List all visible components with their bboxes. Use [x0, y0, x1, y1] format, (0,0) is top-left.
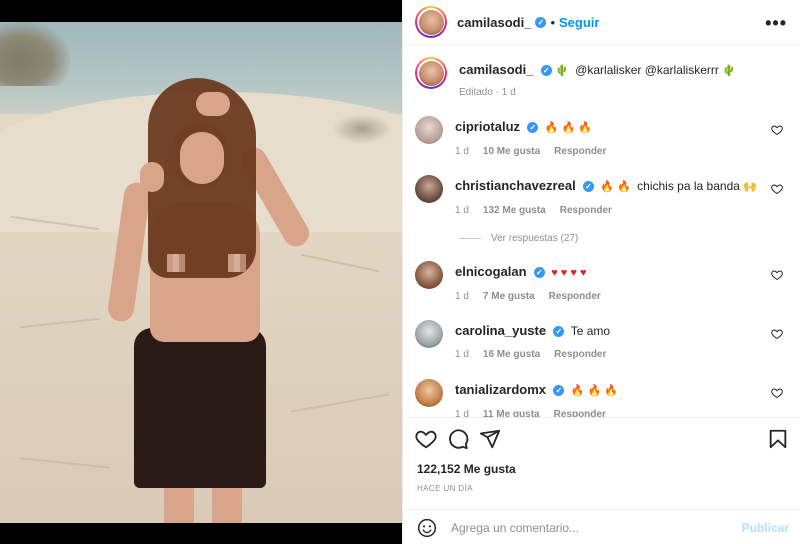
comment-item: elnicogalan ✓ ♥ ♥ ♥ ♥ 1 d 7 Me gusta Res…	[415, 261, 795, 305]
comment-icon[interactable]	[447, 428, 469, 450]
cactus-emoji: 🌵	[722, 65, 736, 77]
comment-likes[interactable]: 7 Me gusta	[483, 289, 535, 305]
comment-likes[interactable]: 10 Me gusta	[483, 144, 540, 160]
verified-badge-icon: ✓	[540, 65, 552, 77]
comment-item: carolina_yuste ✓ Te amo 1 d 16 Me gusta …	[415, 320, 795, 363]
bookmark-icon[interactable]	[767, 428, 789, 450]
reply-button[interactable]: Responder	[554, 144, 606, 160]
verified-badge-icon: ✓	[553, 326, 565, 338]
comment-username[interactable]: elnicogalan	[455, 264, 527, 279]
heart-icon[interactable]	[771, 387, 783, 399]
verified-badge-icon: ✓	[533, 267, 545, 279]
raised-hands-emoji: 🙌	[743, 181, 757, 193]
comment-likes[interactable]: 11 Me gusta	[483, 407, 540, 417]
comment-username[interactable]: christianchavezreal	[455, 178, 576, 193]
verified-badge-icon: ✓	[583, 181, 595, 193]
heart-icon[interactable]	[771, 269, 783, 281]
comment-text: Te amo	[570, 324, 611, 338]
commenter-avatar[interactable]	[415, 379, 443, 407]
comment-text: chichis pa la banda	[637, 179, 740, 193]
verified-badge-icon: ✓	[553, 385, 565, 397]
comment-time[interactable]: 1 d	[455, 144, 469, 160]
comment-username[interactable]: carolina_yuste	[455, 323, 546, 338]
emoji-icon[interactable]	[417, 518, 437, 538]
heart-icon[interactable]	[771, 328, 783, 340]
commenter-avatar[interactable]	[415, 320, 443, 348]
photo-subject	[0, 22, 402, 523]
replies-divider	[459, 238, 481, 239]
separator-dot: •	[550, 14, 555, 30]
reply-button[interactable]: Responder	[554, 347, 606, 363]
comment-item: christianchavezreal ✓ 🔥 🔥 chichis pa la …	[415, 175, 795, 219]
heart-icon[interactable]	[771, 183, 783, 195]
reply-button[interactable]: Responder	[560, 203, 612, 219]
fire-emoji: 🔥 🔥 🔥	[544, 122, 592, 134]
red-heart-emoji: ♥ ♥ ♥ ♥	[551, 267, 587, 279]
commenter-avatar[interactable]	[415, 175, 443, 203]
comment-time[interactable]: 1 d	[455, 407, 469, 417]
caption-meta: Editado · 1 d	[459, 87, 516, 98]
post-caption: camilasodi_ ✓ 🌵 @karlalisker @karlaliske…	[415, 57, 795, 101]
post-actions: 122,152 Me gusta HACE UN DÍA Publicar	[403, 417, 800, 544]
publish-button[interactable]: Publicar	[742, 521, 789, 535]
post-timestamp[interactable]: HACE UN DÍA	[417, 484, 473, 493]
view-replies-label[interactable]: Ver respuestas (27)	[491, 233, 578, 244]
post-photo[interactable]	[0, 22, 402, 523]
heart-icon[interactable]	[415, 428, 437, 450]
post-header: camilasodi_ ✓ • Seguir •••	[403, 0, 800, 45]
censor-mark	[228, 254, 246, 272]
commenter-avatar[interactable]	[415, 116, 443, 144]
comment-composer: Publicar	[403, 509, 800, 544]
fire-emoji: 🔥 🔥 🔥	[570, 385, 618, 397]
reply-button[interactable]: Responder	[549, 289, 601, 305]
share-icon[interactable]	[479, 428, 501, 450]
comment-item: cipriotaluz ✓ 🔥 🔥 🔥 1 d 10 Me gusta Resp…	[415, 116, 795, 160]
fire-emoji: 🔥 🔥	[600, 181, 631, 193]
like-count[interactable]: 122,152 Me gusta	[417, 462, 516, 476]
comment-item: tanializardomx ✓ 🔥 🔥 🔥 1 d 11 Me gusta R…	[415, 379, 795, 417]
censor-mark	[167, 254, 185, 272]
author-avatar[interactable]	[415, 57, 447, 89]
comment-username[interactable]: tanializardomx	[455, 382, 546, 397]
reply-button[interactable]: Responder	[554, 407, 606, 417]
cactus-emoji: 🌵	[555, 65, 569, 77]
comments-list[interactable]: camilasodi_ ✓ 🌵 @karlalisker @karlaliske…	[403, 45, 800, 417]
heart-icon[interactable]	[771, 124, 783, 136]
caption-mentions[interactable]: @karlalisker @karlaliskerrr	[575, 63, 719, 77]
comment-username[interactable]: cipriotaluz	[455, 119, 520, 134]
comment-input[interactable]	[451, 520, 731, 535]
follow-button[interactable]: Seguir	[559, 15, 599, 30]
verified-badge-icon: ✓	[535, 16, 547, 28]
comment-time[interactable]: 1 d	[455, 203, 469, 219]
post-details-panel: camilasodi_ ✓ • Seguir ••• camilasodi_ ✓…	[402, 0, 800, 544]
comment-time[interactable]: 1 d	[455, 347, 469, 363]
view-replies-button[interactable]: Ver respuestas (27)	[459, 233, 578, 244]
caption-username[interactable]: camilasodi_	[459, 62, 533, 77]
author-avatar[interactable]	[415, 6, 447, 38]
post-media	[0, 0, 402, 544]
commenter-avatar[interactable]	[415, 261, 443, 289]
more-options-icon[interactable]: •••	[765, 13, 787, 34]
comment-time[interactable]: 1 d	[455, 289, 469, 305]
verified-badge-icon: ✓	[527, 122, 539, 134]
comment-likes[interactable]: 132 Me gusta	[483, 203, 546, 219]
author-username[interactable]: camilasodi_	[457, 15, 531, 30]
comment-likes[interactable]: 16 Me gusta	[483, 347, 540, 363]
